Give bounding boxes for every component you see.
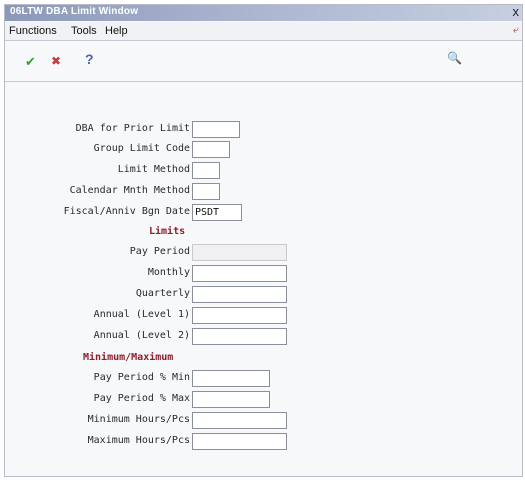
menu-tools[interactable]: Tools [71,25,97,37]
label-dba-prior-limit: DBA for Prior Limit [75,123,190,134]
pay-period-field [192,244,287,261]
row-dba-prior-limit: DBA for Prior Limit [5,121,190,139]
label-fiscal-anniv-begin-date: Fiscal/Anniv Bgn Date [63,206,190,217]
menu-functions[interactable]: Functions [9,25,57,37]
label-pay-period-pct-min: Pay Period % Min [93,372,190,383]
pay-period-pct-max-field[interactable] [192,391,270,408]
search-icon[interactable]: 🔍 [447,51,462,65]
calendar-month-method-field[interactable] [192,183,220,200]
row-group-limit-code: Group Limit Code [5,141,190,159]
maximum-hours-pcs-field[interactable] [192,433,287,450]
label-annual-level2: Annual (Level 2) [93,330,190,341]
row-minimum-hours-pcs: Minimum Hours/Pcs [5,412,190,430]
row-maximum-hours-pcs: Maximum Hours/Pcs [5,433,190,451]
label-quarterly: Quarterly [135,288,190,299]
monthly-field[interactable] [192,265,287,282]
ok-icon[interactable]: ✔ [25,54,36,70]
dba-prior-limit-field[interactable] [192,121,240,138]
label-pay-period-pct-max: Pay Period % Max [93,393,190,404]
row-calendar-month-method: Calendar Mnth Method [5,183,190,201]
pay-period-pct-min-field[interactable] [192,370,270,387]
title-bar: 06LTW DBA Limit Window x [5,4,522,21]
row-fiscal-anniv-begin-date: Fiscal/Anniv Bgn Date [5,204,190,222]
dba-limit-window: 06LTW DBA Limit Window x Functions Tools… [4,4,523,477]
label-calendar-month-method: Calendar Mnth Method [69,185,190,196]
annual-level2-field[interactable] [192,328,287,345]
row-quarterly: Quarterly [5,286,190,304]
fiscal-anniv-begin-date-field[interactable]: PSDT [192,204,242,221]
row-monthly: Monthly [5,265,190,283]
label-annual-level1: Annual (Level 1) [93,309,190,320]
close-icon[interactable]: x [513,4,520,19]
label-pay-period: Pay Period [129,246,190,257]
row-annual-level2: Annual (Level 2) [5,328,190,346]
label-minimum-hours-pcs: Minimum Hours/Pcs [87,414,190,425]
menu-bar: Functions Tools Help ⤶ [5,22,522,41]
group-limit-code-field[interactable] [192,141,230,158]
restore-icon[interactable]: ⤶ [513,24,519,37]
minmax-heading: Minimum/Maximum [83,352,174,363]
row-pay-period-pct-max: Pay Period % Max [5,391,190,409]
quarterly-field[interactable] [192,286,287,303]
window-title: 06LTW DBA Limit Window [10,6,139,17]
label-group-limit-code: Group Limit Code [93,143,190,154]
annual-level1-field[interactable] [192,307,287,324]
label-limit-method: Limit Method [117,164,190,175]
toolbar: ✔ ✖ ? 🔍 [5,41,522,82]
form-area: DBA for Prior Limit Group Limit Code Lim… [5,82,522,476]
cancel-icon[interactable]: ✖ [51,54,61,68]
label-monthly: Monthly [147,267,190,278]
label-maximum-hours-pcs: Maximum Hours/Pcs [87,435,190,446]
row-limit-method: Limit Method [5,162,190,180]
row-annual-level1: Annual (Level 1) [5,307,190,325]
row-pay-period-pct-min: Pay Period % Min [5,370,190,388]
row-pay-period: Pay Period [5,244,190,262]
limit-method-field[interactable] [192,162,220,179]
limits-heading: Limits [149,226,186,237]
minimum-hours-pcs-field[interactable] [192,412,287,429]
menu-help[interactable]: Help [105,25,128,37]
help-icon[interactable]: ? [85,51,94,67]
